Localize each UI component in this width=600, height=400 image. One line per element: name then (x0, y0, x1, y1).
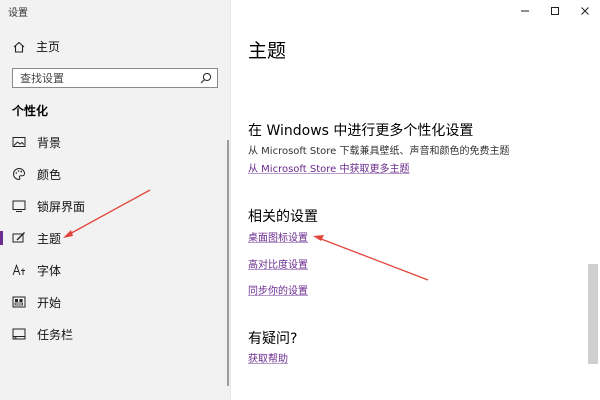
sidebar-item-label: 字体 (37, 263, 62, 278)
picture-icon (12, 137, 26, 147)
page-title: 主题 (248, 40, 287, 62)
sidebar-item-label: 锁屏界面 (37, 199, 86, 214)
sidebar-item-lock-screen[interactable]: 锁屏界面 (0, 190, 231, 222)
palette-icon (13, 167, 25, 181)
sidebar-item-start[interactable]: 开始 (0, 286, 231, 318)
sidebar: 设置 主页 查找设置 个性化 背景 颜色 锁屏界面 主题 字体 开始 任务栏 (0, 0, 231, 400)
sidebar-item-label: 任务栏 (37, 327, 74, 342)
maximize-icon (551, 7, 559, 15)
start-icon (12, 296, 26, 308)
home-nav-item[interactable]: 主页 (12, 38, 60, 55)
close-button[interactable] (570, 0, 600, 22)
sidebar-item-label: 背景 (37, 135, 62, 150)
desktop-icon-settings-link[interactable]: 桌面图标设置 (248, 229, 308, 244)
theme-icon (12, 232, 25, 243)
maximize-button[interactable] (540, 0, 570, 22)
search-input[interactable]: 查找设置 (12, 68, 218, 88)
content-scrollbar[interactable] (588, 264, 598, 364)
store-link[interactable]: 从 Microsoft Store 中获取更多主题 (248, 160, 409, 175)
sidebar-item-label: 颜色 (37, 167, 62, 182)
sync-settings-link[interactable]: 同步你的设置 (248, 282, 308, 297)
font-icon (12, 264, 25, 276)
search-placeholder: 查找设置 (20, 72, 64, 85)
sidebar-item-taskbar[interactable]: 任务栏 (0, 318, 231, 350)
sidebar-item-theme[interactable]: 主题 (0, 222, 231, 254)
high-contrast-settings-link[interactable]: 高对比度设置 (248, 256, 308, 271)
window-controls (510, 0, 600, 22)
sidebar-item-label: 开始 (37, 295, 62, 310)
related-settings-heading: 相关的设置 (248, 209, 318, 225)
home-label: 主页 (36, 40, 61, 54)
sidebar-nav: 背景 颜色 锁屏界面 主题 字体 开始 任务栏 (0, 126, 231, 350)
taskbar-icon (12, 328, 26, 340)
store-heading: 在 Windows 中进行更多个性化设置 (248, 123, 474, 139)
close-icon (581, 7, 589, 15)
content-pane: 主题 在 Windows 中进行更多个性化设置 从 Microsoft Stor… (231, 0, 600, 400)
sidebar-item-background[interactable]: 背景 (0, 126, 231, 158)
get-help-link[interactable]: 获取帮助 (248, 350, 288, 365)
section-title: 个性化 (12, 104, 49, 118)
help-heading: 有疑问? (248, 331, 298, 347)
sidebar-scrollbar[interactable] (227, 140, 229, 386)
sidebar-item-fonts[interactable]: 字体 (0, 254, 231, 286)
minimize-icon (521, 10, 529, 12)
home-icon (13, 41, 25, 53)
sidebar-item-colors[interactable]: 颜色 (0, 158, 231, 190)
search-icon[interactable] (200, 72, 212, 84)
settings-window: 设置 主页 查找设置 个性化 背景 颜色 锁屏界面 主题 字体 开始 任务栏 主… (0, 0, 600, 400)
store-description: 从 Microsoft Store 下载兼具壁纸、声音和颜色的免费主题 (248, 146, 510, 157)
app-title: 设置 (8, 8, 28, 19)
lock-screen-icon (12, 200, 26, 212)
sidebar-item-label: 主题 (37, 231, 62, 246)
minimize-button[interactable] (510, 0, 540, 22)
